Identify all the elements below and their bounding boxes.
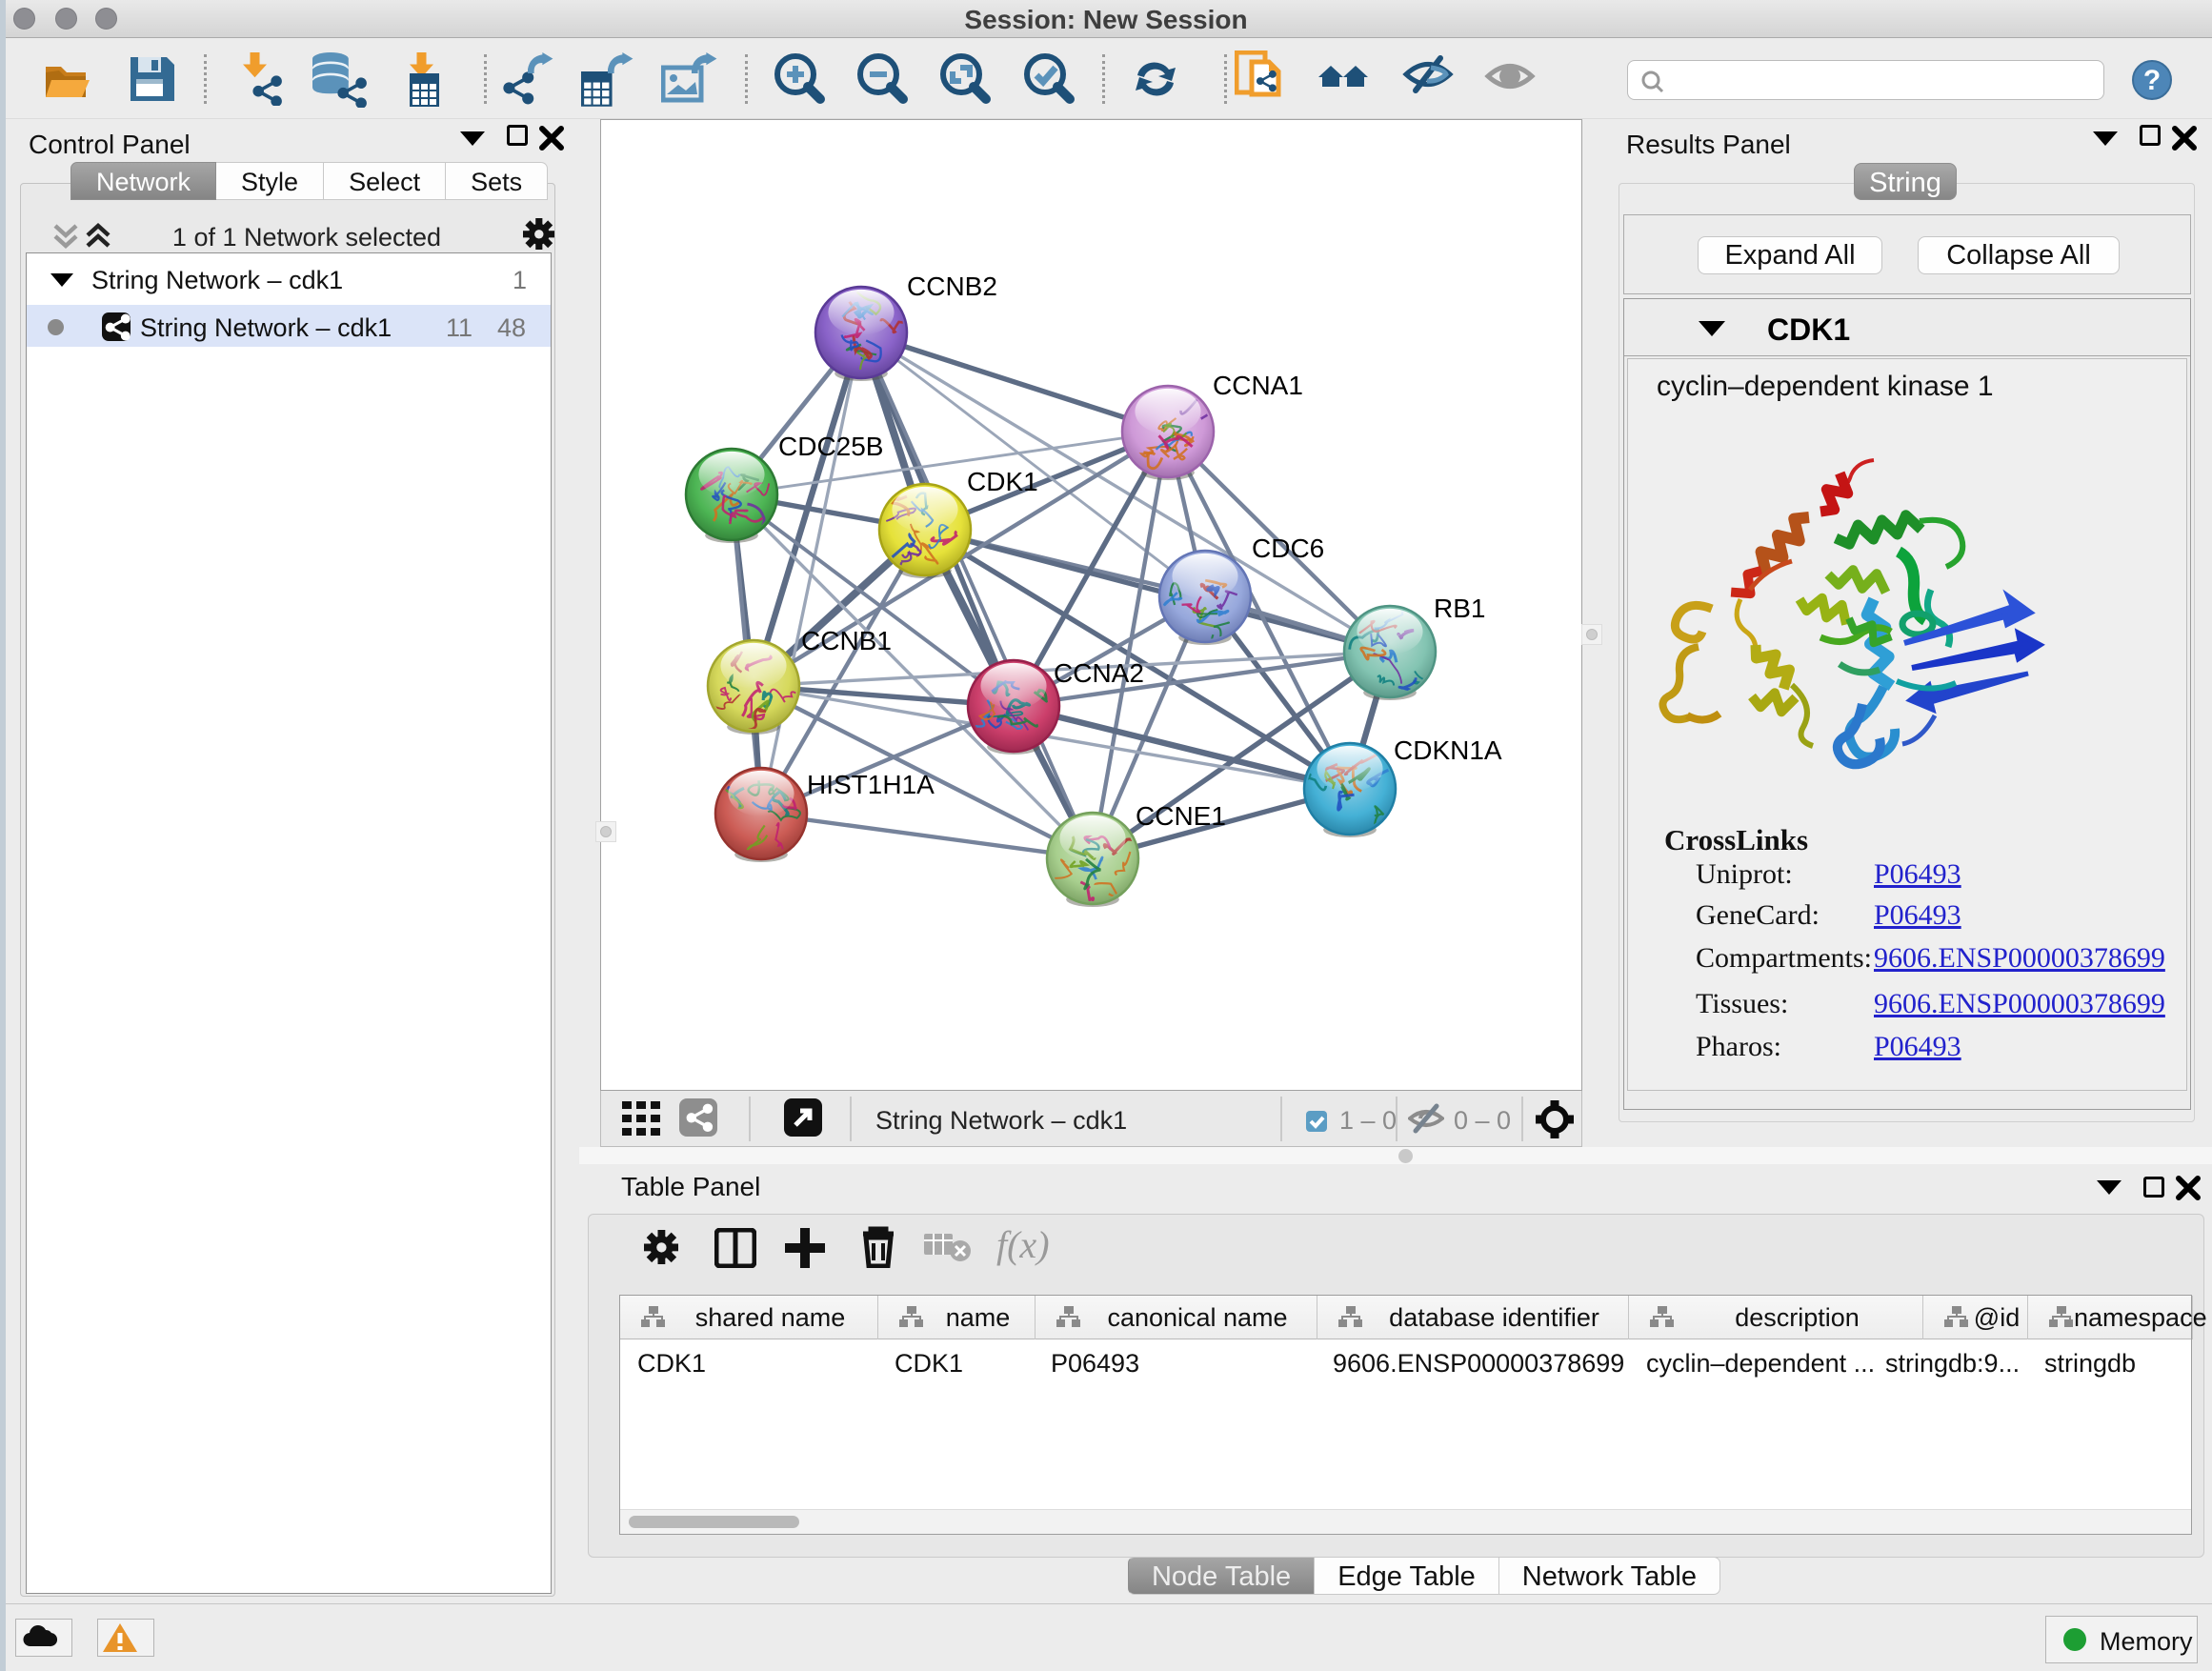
svg-text:CDKN1A: CDKN1A <box>1394 735 1502 765</box>
svg-text:CDC25B: CDC25B <box>778 432 883 461</box>
svg-text:CDC6: CDC6 <box>1252 534 1324 563</box>
svg-text:CCNB1: CCNB1 <box>801 626 892 655</box>
svg-text:?: ? <box>2143 65 2161 96</box>
svg-text:CCNE1: CCNE1 <box>1136 801 1226 831</box>
svg-text:CCNA1: CCNA1 <box>1213 371 1303 400</box>
svg-text:RB1: RB1 <box>1434 594 1485 623</box>
svg-text:HIST1H1A: HIST1H1A <box>807 770 935 799</box>
svg-text:CCNB2: CCNB2 <box>907 272 997 301</box>
svg-text:CCNA2: CCNA2 <box>1054 658 1144 688</box>
svg-text:CDK1: CDK1 <box>967 467 1038 496</box>
